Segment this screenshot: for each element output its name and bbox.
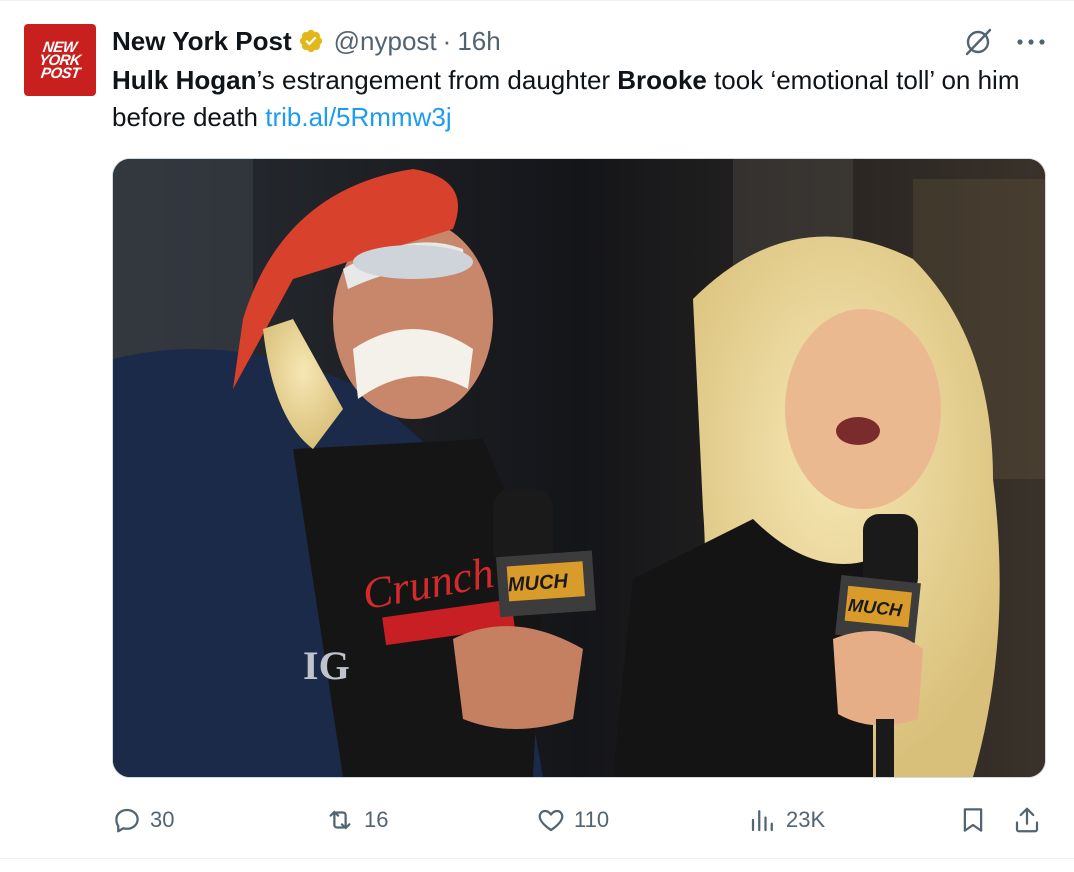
grok-button[interactable]: [962, 26, 994, 58]
tweet-text-bold-2: Brooke: [617, 65, 707, 95]
like-count: 110: [574, 807, 610, 832]
more-button[interactable]: [1016, 37, 1046, 47]
repost-icon: [329, 810, 351, 830]
verified-badge-icon[interactable]: [298, 28, 324, 54]
tweet-media-photo[interactable]: Crunch IG MUCH MUCH: [112, 158, 1046, 778]
views-count: 23K: [786, 807, 826, 832]
display-name[interactable]: New York Post: [112, 26, 292, 57]
share-icon: [1015, 807, 1039, 833]
tweet-link[interactable]: trib.al/5Rmmw3j: [265, 102, 451, 132]
photo-text-ig: IG: [303, 643, 350, 688]
tweet-text-bold-1: Hulk Hogan: [112, 65, 257, 95]
bookmark-button[interactable]: [958, 805, 988, 835]
handle[interactable]: @nypost: [334, 26, 437, 57]
views-button[interactable]: 23K: [748, 805, 825, 835]
header-actions: [962, 26, 1046, 58]
reply-icon: [115, 808, 139, 833]
share-button[interactable]: [1012, 805, 1042, 835]
tweet-header: New York Post @nypost · 16h: [112, 24, 501, 58]
grok-icon: [965, 28, 992, 56]
like-button[interactable]: 110: [536, 805, 609, 835]
reply-button[interactable]: 30: [112, 805, 174, 835]
bookmark-icon: [963, 808, 983, 832]
repost-button[interactable]: 16: [324, 805, 388, 835]
avatar-line-3: POST: [39, 64, 81, 82]
top-divider: [0, 0, 1074, 1]
tweet-text: Hulk Hogan’s estrangement from daughter …: [112, 62, 1052, 136]
like-icon: [538, 809, 564, 832]
more-icon: [1017, 39, 1045, 45]
tweet-text-part-2: ’s estrangement from daughter: [256, 65, 618, 95]
repost-count: 16: [364, 807, 389, 832]
photo-illustration: Crunch IG MUCH MUCH: [113, 159, 1045, 777]
avatar[interactable]: NEW YORK POST: [24, 24, 96, 96]
photo-text-much-1: MUCH: [507, 570, 569, 596]
reply-count: 30: [150, 807, 175, 832]
action-bar: 30 16 110 23K: [112, 800, 1044, 840]
views-icon: [751, 810, 773, 832]
separator-dot: ·: [442, 25, 452, 56]
timestamp[interactable]: 16h: [457, 26, 500, 57]
bottom-divider: [0, 858, 1074, 859]
